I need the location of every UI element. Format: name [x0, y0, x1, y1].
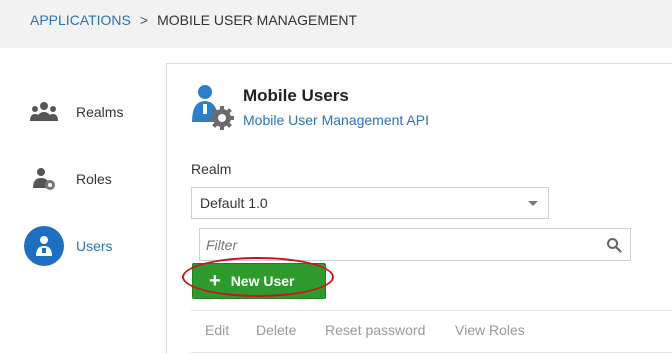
action-bar: Edit Delete Reset password View Roles [191, 310, 672, 348]
chevron-down-icon [528, 201, 538, 206]
breadcrumb-applications-link[interactable]: APPLICATIONS [30, 12, 131, 28]
breadcrumb-bar: APPLICATIONS > MOBILE USER MANAGEMENT [0, 0, 672, 48]
breadcrumb: APPLICATIONS > MOBILE USER MANAGEMENT [30, 12, 357, 28]
users-icon [24, 226, 64, 266]
new-user-label: New User [230, 273, 295, 289]
sidebar-item-label: Users [76, 238, 113, 254]
left-nav: Realms Roles Users [0, 48, 166, 354]
new-user-button[interactable]: + New User [192, 263, 326, 299]
user-gear-icon [189, 84, 235, 132]
sidebar-item-users[interactable]: Users [0, 226, 166, 276]
sidebar-item-roles[interactable]: Roles [0, 159, 166, 209]
filter-box [199, 228, 631, 261]
delete-button[interactable]: Delete [256, 322, 296, 338]
api-link[interactable]: Mobile User Management API [243, 112, 429, 128]
breadcrumb-current: MOBILE USER MANAGEMENT [157, 12, 357, 28]
main-panel: Mobile Users Mobile User Management API … [166, 63, 672, 354]
plus-icon: + [209, 270, 221, 292]
reset-password-button[interactable]: Reset password [325, 322, 425, 338]
breadcrumb-separator: > [139, 12, 149, 28]
sidebar-item-realms[interactable]: Realms [0, 92, 166, 142]
view-roles-button[interactable]: View Roles [455, 322, 525, 338]
sidebar-item-label: Realms [76, 104, 124, 120]
realm-label: Realm [191, 161, 232, 177]
page-title: Mobile Users [243, 86, 349, 105]
sidebar-item-label: Roles [76, 171, 112, 187]
roles-icon [24, 159, 64, 199]
divider [191, 352, 672, 353]
realm-select[interactable]: Default 1.0 [191, 187, 549, 219]
edit-button[interactable]: Edit [205, 322, 229, 338]
filter-input[interactable] [200, 229, 600, 260]
realms-icon [24, 92, 64, 132]
search-icon[interactable] [606, 237, 622, 253]
realm-selected-value: Default 1.0 [200, 195, 268, 211]
